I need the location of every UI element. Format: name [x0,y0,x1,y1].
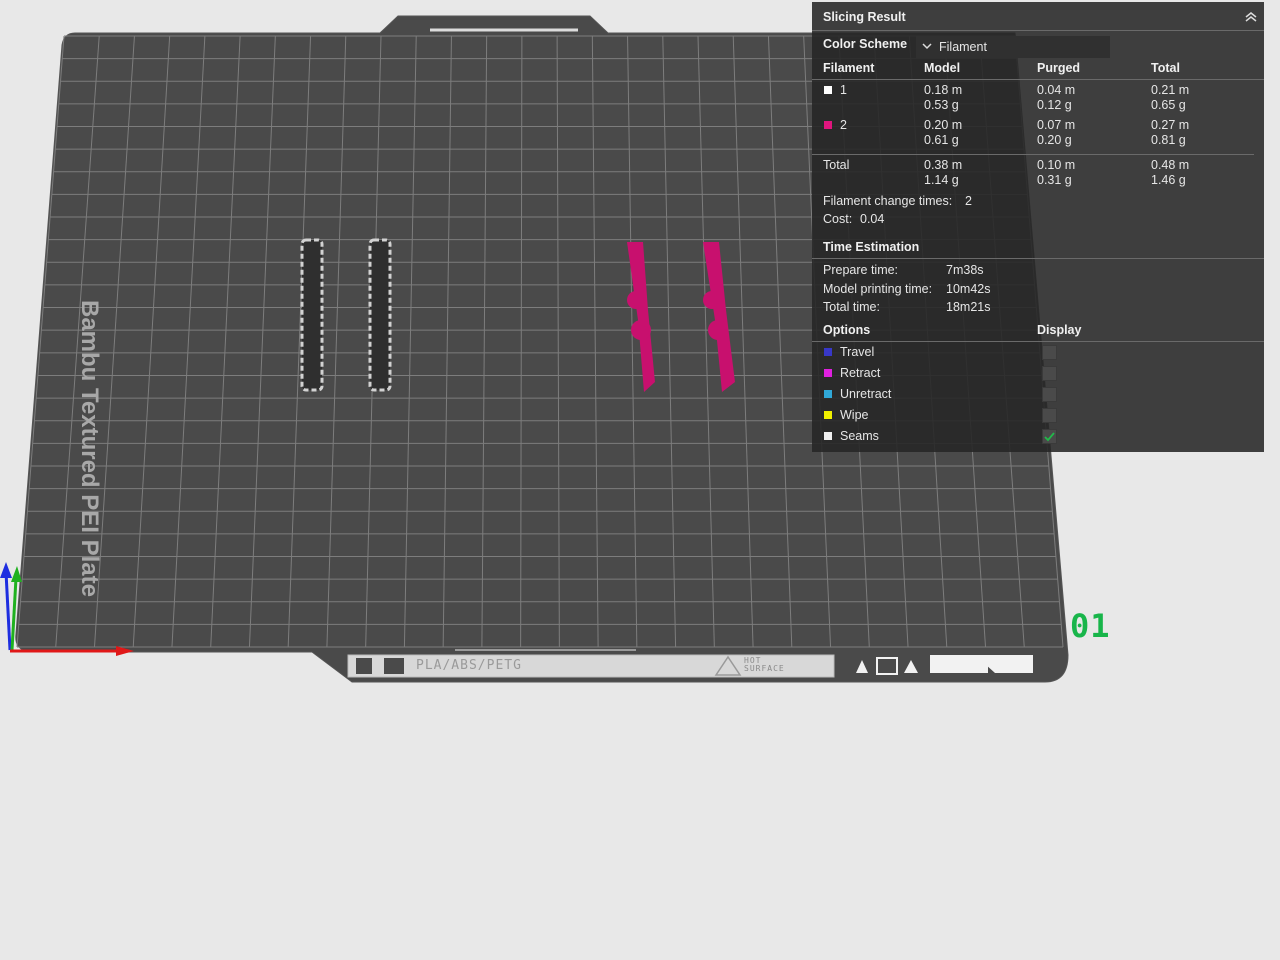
model-printing-time-label: Model printing time: [823,282,933,296]
model-weight: 1.14 g [924,173,959,187]
wipe-color-swatch [824,411,832,419]
total-time-label: Total time: [823,300,880,314]
total-length: 0.21 m [1151,83,1190,97]
model-length: 0.38 m [924,158,963,172]
option-label: Wipe [840,408,869,422]
col-model: Model [924,61,961,75]
filament-change-value: 2 [965,194,972,208]
retract-display-checkbox[interactable] [1042,366,1057,381]
col-purged: Purged [1037,61,1081,75]
display-title: Display [1037,323,1082,337]
color-scheme-dropdown[interactable]: Filament [916,36,1110,58]
options-title: Options [823,323,871,337]
chevron-down-icon [922,43,932,50]
plate-logo-icon [356,658,372,674]
model-printing-time-value: 10m42s [946,282,991,296]
col-total: Total [1151,61,1180,75]
filament-id: 2 [840,118,847,132]
model-weight: 0.53 g [924,98,959,112]
cost-label: Cost: [823,212,853,226]
purged-weight: 0.12 g [1037,98,1072,112]
unretract-color-swatch [824,390,832,398]
divider [812,154,1254,155]
plate-name-label: Bambu Textured PEI Plate [76,300,103,597]
divider [812,341,1264,342]
z-axis-arrow [0,562,12,578]
model-weight: 0.61 g [924,133,959,147]
filament-color-swatch [824,86,832,94]
total-weight: 1.46 g [1151,173,1186,187]
total-length: 0.48 m [1151,158,1190,172]
purged-length: 0.07 m [1037,118,1076,132]
total-weight: 0.65 g [1151,98,1186,112]
filament-change-label: Filament change times: [823,194,953,208]
panel-title: Slicing Result [823,10,906,24]
total-time-value: 18m21s [946,300,991,314]
color-scheme-label: Color Scheme [823,37,908,51]
option-label: Retract [840,366,881,380]
total-label: Total [823,158,850,172]
col-filament: Filament [823,61,875,75]
option-label: Unretract [840,387,892,401]
cost-value: 0.04 [860,212,885,226]
total-weight: 0.81 g [1151,133,1186,147]
purged-weight: 0.31 g [1037,173,1072,187]
color-scheme-value: Filament [939,40,987,54]
hot-surface-line-2: SURFACE [744,664,785,673]
divider [812,79,1264,80]
unretract-display-checkbox[interactable] [1042,387,1057,402]
seams-display-checkbox[interactable] [1042,429,1057,444]
filament-color-swatch [824,121,832,129]
plate-number[interactable]: 01 [1070,607,1111,645]
purged-length: 0.04 m [1037,83,1076,97]
prepare-time-label: Prepare time: [823,263,899,277]
collapse-chevrons-icon[interactable] [1244,10,1258,24]
seams-color-swatch [824,432,832,440]
z-axis [4,571,12,651]
purged-length: 0.10 m [1037,158,1076,172]
model-length: 0.20 m [924,118,963,132]
wipe-display-checkbox[interactable] [1042,408,1057,423]
hot-surface-warning: HOT SURFACE [744,657,785,673]
travel-color-swatch [824,348,832,356]
model-length: 0.18 m [924,83,963,97]
plate-material-label: PLA/ABS/PETG [416,658,522,673]
slicing-result-panel: Slicing Result Color Scheme Filament Fil… [812,2,1264,452]
divider [812,30,1264,31]
checkmark-icon [1044,432,1055,442]
option-label: Seams [840,429,879,443]
retract-color-swatch [824,369,832,377]
filament-id: 1 [840,83,847,97]
purged-weight: 0.20 g [1037,133,1072,147]
total-length: 0.27 m [1151,118,1190,132]
time-estimation-title: Time Estimation [823,240,920,254]
travel-display-checkbox[interactable] [1042,345,1057,360]
option-label: Travel [840,345,875,359]
prepare-time-value: 7m38s [946,263,984,277]
plate-qr-icon [384,658,404,674]
divider [812,258,1264,259]
